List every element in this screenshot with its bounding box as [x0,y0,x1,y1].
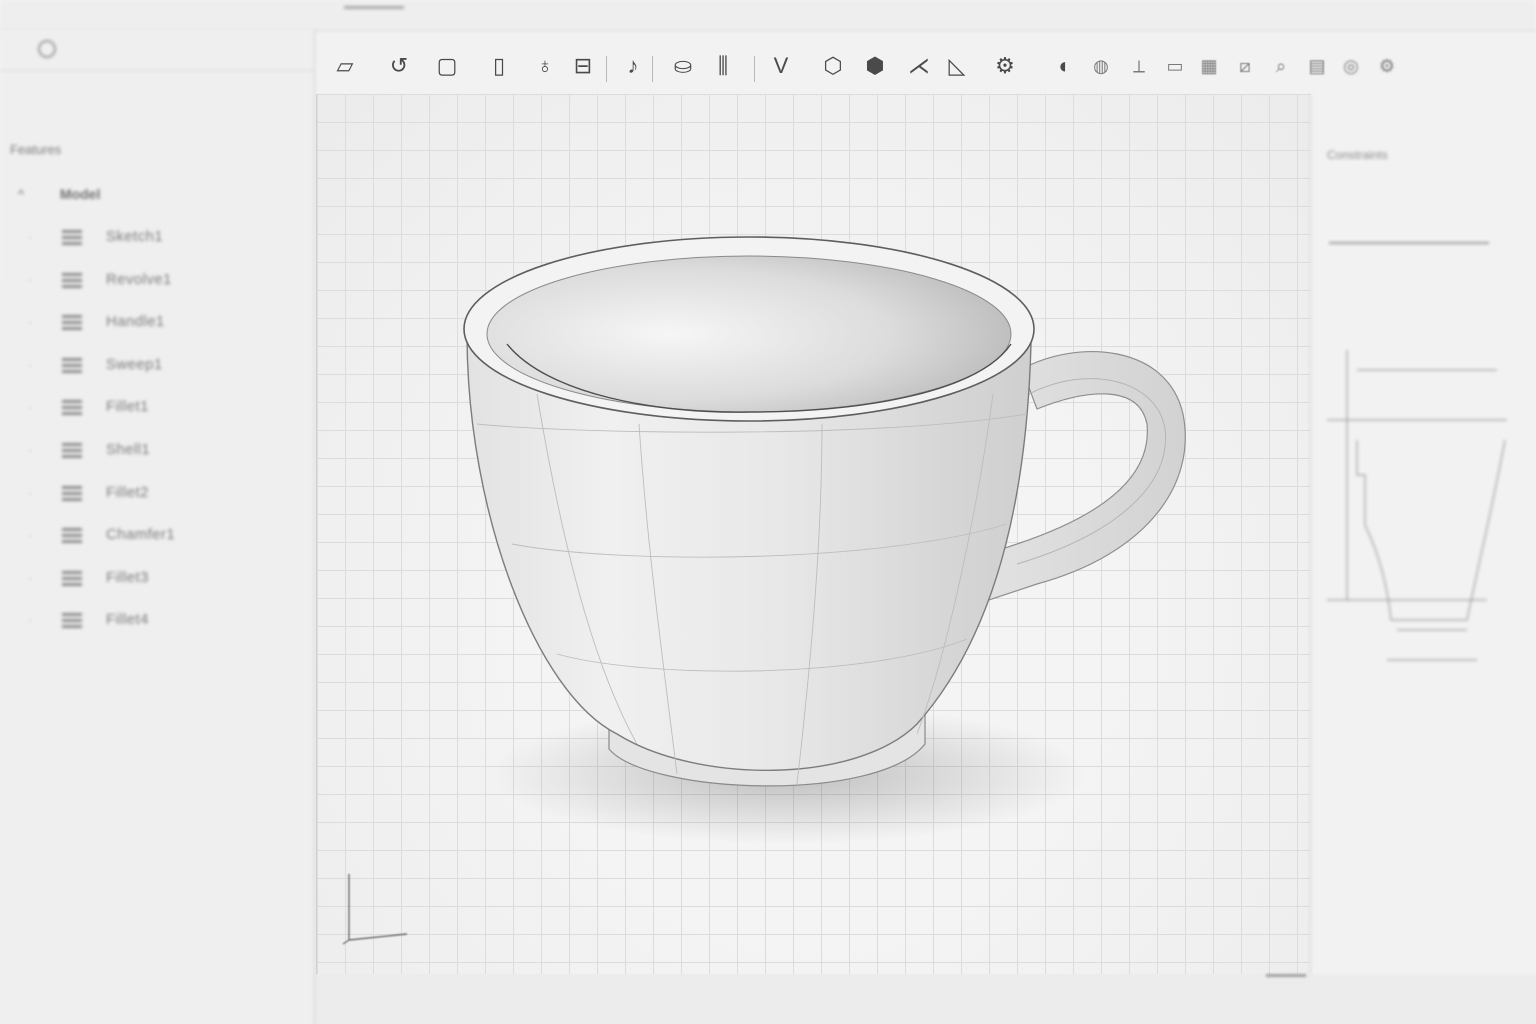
render-icon[interactable]: ◎ [1334,46,1368,86]
pattern-icon[interactable]: ⫼ [706,46,740,86]
tree-item[interactable]: · Revolve1 [28,269,288,297]
chevron-up-icon[interactable]: ^ [18,187,34,202]
feature-icon [60,271,84,289]
toolbar-separator [606,56,607,82]
settings-icon[interactable] [38,40,56,58]
section-icon[interactable]: ▭ [1158,46,1192,86]
tree-item[interactable]: · Chamfer1 [28,524,288,552]
tree-bullet: · [28,315,32,330]
menu-bar [0,0,1536,31]
loft-icon[interactable]: ⛀ [666,46,700,86]
tree-item-label: Handle1 [106,313,165,331]
tree-bullet: · [28,272,32,287]
properties-slider[interactable] [1329,242,1489,244]
tree-bullet: · [28,443,32,457]
settings-icon[interactable]: ⚙ [1370,46,1404,86]
tree-item[interactable]: · Shell1 [28,439,288,467]
hexagon-icon[interactable]: ⬡ [816,46,850,86]
tree-item[interactable]: · Fillet4 [28,609,288,637]
plane-icon[interactable]: ⧄ [1228,46,1262,86]
tree-item-label: Fillet3 [106,568,149,586]
revolve-icon[interactable]: ♁ [528,46,562,86]
mirror-icon[interactable]: ◺ [940,46,974,86]
cup-interior [486,255,1012,413]
tree-item-label: Revolve1 [106,270,172,288]
polygon-icon[interactable]: ⬢ [858,46,892,86]
tree-bullet: · [28,400,32,415]
tree-root-item[interactable]: ^ Model [18,186,100,202]
tree-item[interactable]: · Sketch1 [28,226,288,254]
tree-bullet: · [28,528,32,543]
modeling-toolbar: ▱ ↺ ▢ ▯ ♁ ⊟ ♪ ⛀ ⫼ V ⬡ ⬢ ⋌ ◺ ⚙ ◐ ◍ ⟂ ▭ ▦ ⧄ ⌕ ▤ ◎ ⚙ [316,46,1406,94]
tree-item-label: Fillet1 [106,398,149,416]
axis-triad [342,874,408,945]
tree-item[interactable]: · Handle1 [28,311,288,339]
tree-item-label: Chamfer1 [106,526,176,544]
rectangle-icon[interactable]: ▢ [430,46,464,86]
profile-sketch-drawing[interactable] [1317,330,1527,690]
calendar-icon[interactable]: ▦ [1192,46,1226,86]
assembly-icon[interactable]: ⚙ [988,46,1022,86]
chamfer-icon[interactable]: V [764,46,798,86]
tree-item-label: Sweep1 [106,355,163,373]
tree-bullet: · [28,357,32,372]
tree-filter-row [0,90,300,112]
status-indicator [1266,974,1306,977]
feature-icon [60,398,84,416]
tree-item-label: Fillet2 [106,483,149,501]
sphere-icon[interactable]: ◍ [1084,46,1118,86]
feature-tree-panel: Features ^ Model · Sketch1 · Revolve1 · Handl… [0,30,315,1024]
feature-icon [60,356,84,374]
feature-icon [60,313,84,331]
feature-icon [60,526,84,544]
measure-icon[interactable]: ⟂ [1122,46,1156,86]
properties-panel-title: Constraints [1327,148,1388,162]
feature-icon [60,228,84,246]
sweep-icon[interactable]: ♪ [616,46,650,86]
toolbar-separator [754,56,755,82]
tree-bullet: · [28,485,32,500]
properties-panel: Constraints [1310,94,1536,974]
panel-header [0,30,314,71]
tree-item-label: Shell1 [106,441,151,458]
view-icon[interactable]: ▤ [1300,46,1334,86]
panel-icon[interactable]: ▯ [482,46,516,86]
tree-section-title: Features [10,142,62,157]
sketch-icon[interactable]: ▱ [328,46,362,86]
feature-icon [60,441,84,459]
zoom-icon[interactable]: ⌕ [1264,46,1298,86]
tree-item[interactable]: · Fillet1 [28,396,288,424]
tree-item[interactable]: · Sweep1 [28,354,288,382]
tree-item[interactable]: · Fillet2 [28,482,288,510]
cup-model[interactable] [317,94,1311,974]
undo-icon[interactable]: ↺ [382,46,416,86]
tree-bullet: · [28,570,32,585]
feature-icon [60,569,84,587]
tree-root-label: Model [59,186,101,202]
extrude-icon[interactable]: ⊟ [566,46,600,86]
tree-bullet: · [28,613,32,628]
tree-item[interactable]: · Fillet3 [28,567,288,595]
tree-bullet: · [28,230,32,244]
tree-item-label: Fillet4 [106,611,149,629]
3d-viewport[interactable] [316,94,1311,974]
status-bar [316,974,1536,1024]
split-icon[interactable]: ⋌ [902,46,936,86]
toolbar-separator [652,56,653,82]
cad-application-window: Features ^ Model · Sketch1 · Revolve1 · Handl… [0,0,1536,1024]
tree-item-label: Sketch1 [106,228,163,245]
feature-icon [60,484,84,502]
active-menu-indicator [344,6,404,9]
feature-icon [60,611,84,629]
shell-icon[interactable]: ◐ [1048,46,1082,86]
